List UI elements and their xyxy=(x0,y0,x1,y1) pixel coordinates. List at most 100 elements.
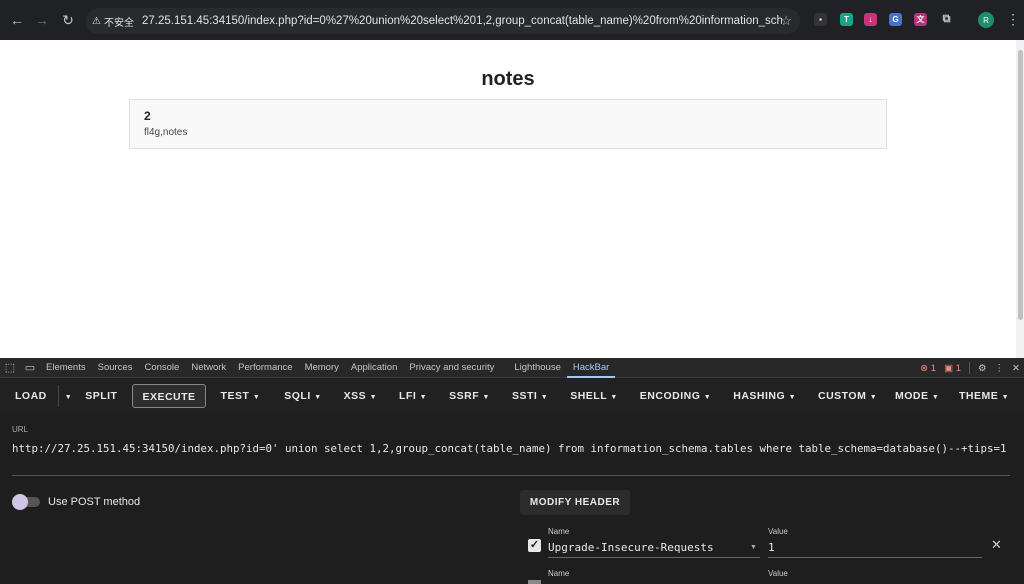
header-value-input[interactable]: 1 xyxy=(768,541,775,554)
extensions-puzzle-icon[interactable]: ⧉ xyxy=(940,13,953,26)
header-name-label: Name xyxy=(548,527,570,536)
xss-menu-label: XSS xyxy=(343,390,367,402)
caret-down-icon: ▼ xyxy=(369,394,377,401)
note-card: 2 fl4g,notes xyxy=(129,99,887,149)
shell-menu-label: SHELL xyxy=(570,390,607,402)
header-value-underline xyxy=(768,557,982,558)
caret-down-icon: ▼ xyxy=(703,394,712,401)
issue-count: 1 xyxy=(955,362,961,374)
url-field-label: URL xyxy=(12,425,29,434)
xss-menu[interactable]: XSS ▼ xyxy=(335,384,386,408)
header-name-label: Name xyxy=(548,569,570,578)
bookmark-star-icon[interactable]: ☆ xyxy=(780,13,792,29)
mode-menu[interactable]: MODE ▼ xyxy=(886,384,948,408)
caret-down-icon: ▼ xyxy=(1001,394,1010,401)
page-title: notes xyxy=(481,68,535,90)
lfi-menu[interactable]: LFI ▼ xyxy=(390,384,436,408)
theme-menu-label: THEME xyxy=(959,390,999,402)
remove-header-close-icon[interactable]: ✕ xyxy=(991,537,1002,553)
ssti-menu-label: SSTI xyxy=(511,390,538,402)
header-value-label: Value xyxy=(768,527,788,536)
extension-icon-3[interactable]: ↓ xyxy=(864,13,877,26)
sqli-menu-label: SQLI xyxy=(284,390,311,402)
translate-extension-icon[interactable]: G xyxy=(889,13,902,26)
extension-icon-5[interactable]: 文 xyxy=(914,13,927,26)
tab-privacy-security[interactable]: Privacy and security xyxy=(403,358,500,378)
test-menu[interactable]: TEST ▼ xyxy=(212,384,270,408)
device-toolbar-icon[interactable]: ▭ xyxy=(20,361,40,374)
tab-application[interactable]: Application xyxy=(345,358,403,378)
execute-button[interactable]: EXECUTE xyxy=(132,384,206,408)
url-textarea[interactable]: http://27.25.151.45:34150/index.php?id=0… xyxy=(12,440,1012,457)
header-value-label: Value xyxy=(768,569,788,578)
inspect-element-icon[interactable]: ⬚ xyxy=(0,361,20,374)
devtools-tabbar: ⬚ ▭ Elements Sources Console Network Per… xyxy=(0,358,1024,378)
divider xyxy=(969,362,970,374)
note-card-body: fl4g,notes xyxy=(144,127,188,138)
back-arrow-icon[interactable]: ← xyxy=(4,7,30,33)
ssti-menu[interactable]: SSTI ▼ xyxy=(503,384,557,408)
address-url[interactable]: 27.25.151.45:34150/index.php?id=0%27%20u… xyxy=(142,15,782,27)
mode-menu-label: MODE xyxy=(895,390,929,402)
header-name-select[interactable]: Upgrade-Insecure-Requests xyxy=(548,541,714,554)
header-enabled-checkbox[interactable] xyxy=(528,580,541,584)
web-page: notes 2 fl4g,notes xyxy=(0,40,1016,358)
tab-elements[interactable]: Elements xyxy=(40,358,92,378)
tab-console[interactable]: Console xyxy=(138,358,185,378)
close-devtools-icon[interactable]: ✕ xyxy=(1012,363,1020,374)
modify-header-button[interactable]: MODIFY HEADER xyxy=(520,490,630,515)
hashing-menu[interactable]: HASHING ▼ xyxy=(724,384,805,408)
settings-gear-icon[interactable]: ⚙ xyxy=(978,363,987,374)
devtools-menu-icon[interactable]: ⋮ xyxy=(995,363,1005,374)
shell-menu[interactable]: SHELL ▼ xyxy=(561,384,627,408)
header-enabled-checkbox[interactable]: ✓ xyxy=(528,539,541,552)
post-method-label: Use POST method xyxy=(48,496,141,508)
reload-icon[interactable]: ↻ xyxy=(55,7,81,33)
error-counter[interactable]: ⊗ 1 xyxy=(920,363,936,374)
caret-down-icon: ▼ xyxy=(931,394,940,401)
post-method-toggle[interactable] xyxy=(12,494,40,510)
split-button[interactable]: SPLIT xyxy=(76,384,126,408)
extension-icon-2[interactable]: T xyxy=(840,13,853,26)
test-menu-label: TEST xyxy=(220,390,250,402)
extension-icon-1[interactable]: ▪ xyxy=(814,13,827,26)
chevron-down-icon[interactable]: ▼ xyxy=(750,544,757,551)
encoding-menu-label: ENCODING xyxy=(639,390,701,402)
caret-down-icon: ▼ xyxy=(540,394,549,401)
tab-sources[interactable]: Sources xyxy=(92,358,139,378)
warning-icon: ⚠ xyxy=(92,15,101,27)
load-button[interactable]: LOAD xyxy=(6,384,56,408)
profile-avatar[interactable]: R xyxy=(978,12,994,28)
tab-performance[interactable]: Performance xyxy=(232,358,298,378)
tab-memory[interactable]: Memory xyxy=(299,358,345,378)
caret-down-icon: ▼ xyxy=(788,394,797,401)
tab-network[interactable]: Network xyxy=(185,358,232,378)
header-name-underline xyxy=(548,557,760,558)
divider xyxy=(57,385,59,407)
hackbar-panel: URL http://27.25.151.45:34150/index.php?… xyxy=(0,413,1024,584)
caret-down-icon: ▼ xyxy=(252,394,261,401)
theme-menu[interactable]: THEME ▼ xyxy=(950,384,1018,408)
security-label: 不安全 xyxy=(103,17,134,29)
address-bar[interactable]: ⚠ 不安全 27.25.151.45:34150/index.php?id=0%… xyxy=(86,8,800,34)
hashing-menu-label: HASHING xyxy=(733,390,786,402)
security-indicator[interactable]: ⚠ 不安全 xyxy=(92,14,142,29)
tab-lighthouse[interactable]: Lighthouse xyxy=(508,358,566,378)
caret-down-icon: ▼ xyxy=(482,394,490,401)
load-dropdown-caret-icon[interactable]: ▼ xyxy=(61,384,76,408)
hackbar-toolbar: LOAD ▼ SPLIT EXECUTE TEST ▼ SQLI ▼ XSS ▼… xyxy=(0,379,1024,413)
browser-menu-icon[interactable]: ⋮ xyxy=(1006,11,1020,28)
issue-counter[interactable]: ▣ 1 xyxy=(944,363,961,374)
caret-down-icon: ▼ xyxy=(314,394,322,401)
ssrf-menu[interactable]: SSRF ▼ xyxy=(440,384,499,408)
error-count: 1 xyxy=(930,362,937,374)
sqli-menu[interactable]: SQLI ▼ xyxy=(275,384,330,408)
encoding-menu[interactable]: ENCODING ▼ xyxy=(631,384,720,408)
forward-arrow-icon[interactable]: → xyxy=(29,7,55,33)
custom-menu[interactable]: CUSTOM ▼ xyxy=(809,384,886,408)
page-scrollbar-thumb[interactable] xyxy=(1018,50,1023,320)
tab-hackbar[interactable]: HackBar xyxy=(566,358,616,378)
ssrf-menu-label: SSRF xyxy=(449,390,480,402)
caret-down-icon: ▼ xyxy=(610,394,618,401)
browser-toolbar: ← → ↻ ⚠ 不安全 27.25.151.45:34150/index.php… xyxy=(0,0,1024,40)
